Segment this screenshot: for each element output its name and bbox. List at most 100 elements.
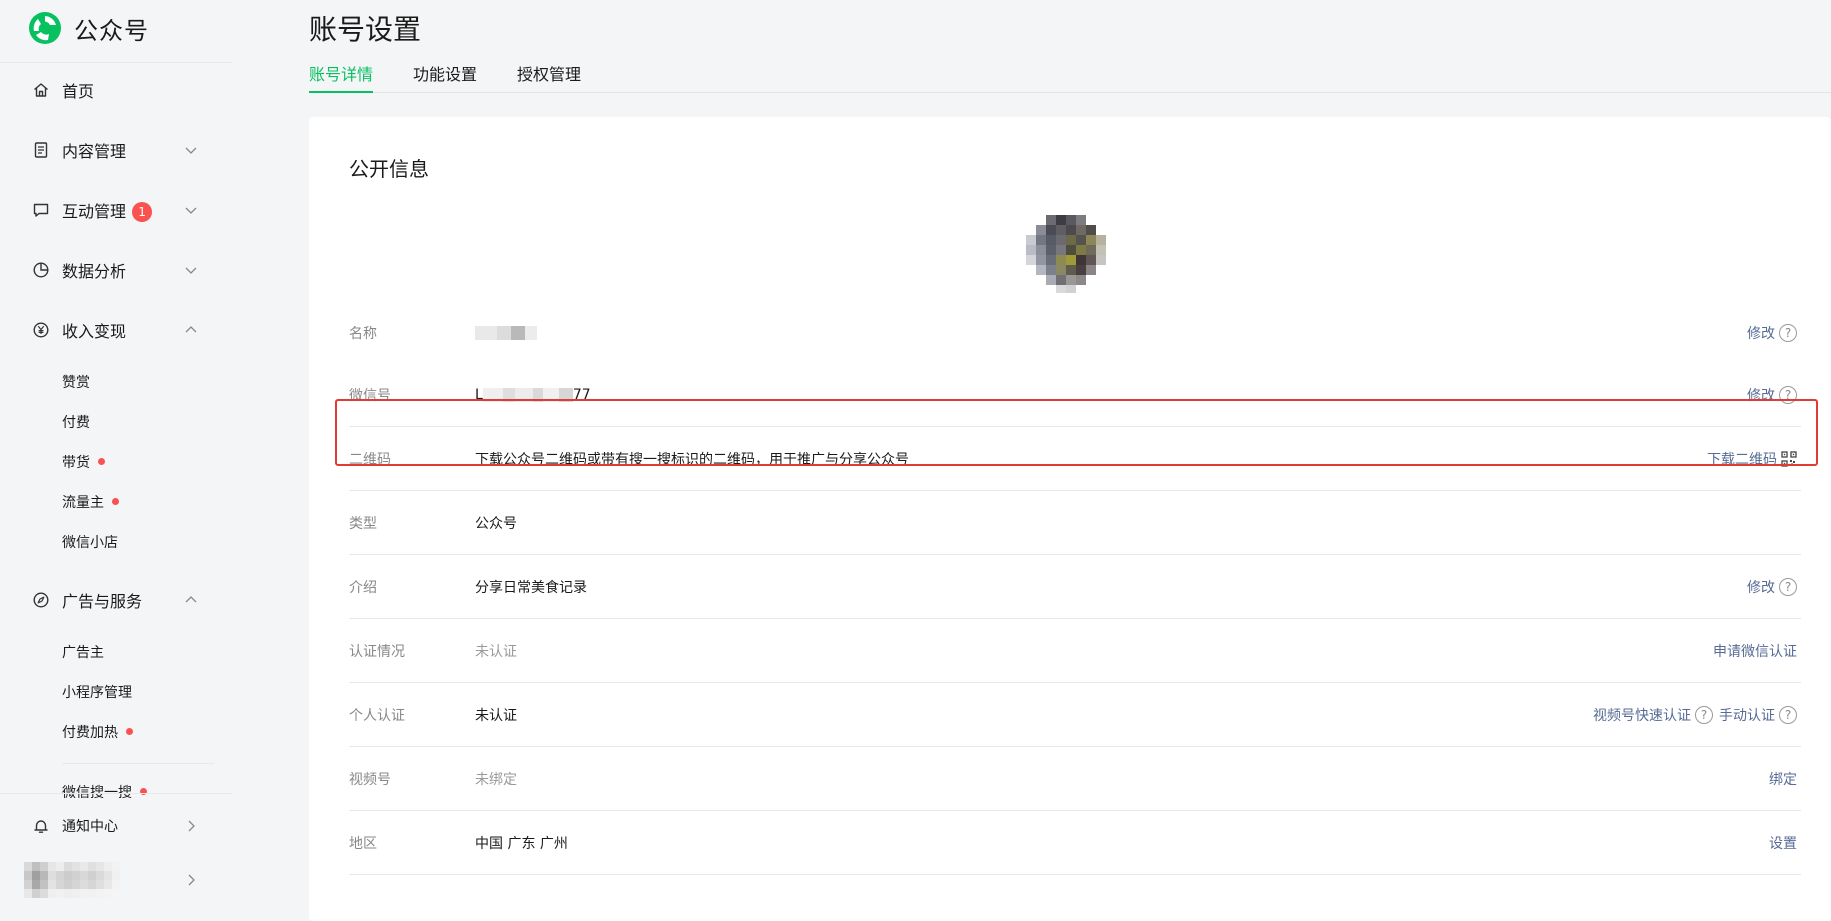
chevron-up-icon <box>184 323 198 337</box>
sidebar-item-monetization[interactable]: 收入变现 <box>0 310 232 350</box>
help-icon[interactable]: ? <box>1779 577 1797 596</box>
download-qrcode-link[interactable]: 下载二维码 <box>1707 449 1777 469</box>
row-actions: 修改 ? <box>1747 385 1797 405</box>
tab-authorization[interactable]: 授权管理 <box>517 62 581 93</box>
sidebar-item-analytics[interactable]: 数据分析 <box>0 250 232 290</box>
edit-name-link[interactable]: 修改 <box>1747 323 1775 343</box>
bell-icon <box>32 817 50 835</box>
red-dot-indicator <box>126 727 133 735</box>
info-row-channels: 视频号 未绑定 绑定 <box>349 747 1801 811</box>
chevron-down-icon <box>184 143 198 157</box>
sidebar-item-interaction[interactable]: 互动管理 1 <box>0 190 232 230</box>
chevron-down-icon <box>184 263 198 277</box>
sidebar-item-home[interactable]: 首页 <box>0 70 232 110</box>
redacted-block <box>514 387 533 402</box>
info-row-qrcode: 二维码 下载公众号二维码或带有搜一搜标识的二维码，用于推广与分享公众号 下载二维… <box>349 427 1801 491</box>
personal-verification-status: 未认证 <box>475 707 517 724</box>
sidebar-item-content[interactable]: 内容管理 <box>0 130 232 170</box>
tab-bar: 账号详情 功能设置 授权管理 <box>309 62 1831 93</box>
brand-name: 公众号 <box>74 16 149 45</box>
chevron-right-icon <box>184 819 198 833</box>
brand[interactable]: 公众号 <box>28 10 149 46</box>
row-actions: 修改 ? <box>1747 577 1797 597</box>
sidebar-subitem-paid[interactable]: 付费 <box>62 408 90 438</box>
redacted-block <box>475 326 497 340</box>
bind-channels-link[interactable]: 绑定 <box>1769 769 1797 789</box>
sidebar-subitem-miniprogram[interactable]: 小程序管理 <box>62 678 132 708</box>
chevron-up-icon <box>184 593 198 607</box>
row-label: 二维码 <box>349 451 391 468</box>
row-label: 视频号 <box>349 771 391 788</box>
chevron-down-icon <box>184 203 198 217</box>
divider <box>0 793 232 794</box>
info-row-region: 地区 中国 广东 广州 设置 <box>349 811 1801 875</box>
wechat-id-value: L 77 <box>475 387 591 403</box>
sidebar-subitem-traffic-owner[interactable]: 流量主 <box>62 488 119 518</box>
sidebar-item-label: 数据分析 <box>62 262 127 281</box>
sidebar-subitem-search[interactable]: 微信搜一搜 <box>62 782 147 798</box>
account-type-value: 公众号 <box>475 515 517 532</box>
sidebar-subitem-shop[interactable]: 微信小店 <box>62 528 118 558</box>
row-label: 地区 <box>349 835 377 852</box>
info-row-wechat-id: 微信号 L 77 修改 ? <box>349 363 1801 427</box>
sidebar-subitem-paid-boost[interactable]: 付费加热 <box>62 718 133 748</box>
sidebar-subitem-advertiser[interactable]: 广告主 <box>62 638 104 668</box>
row-label: 微信号 <box>349 387 391 404</box>
channels-quick-verify-link[interactable]: 视频号快速认证 <box>1593 705 1691 725</box>
red-dot-indicator <box>98 457 105 465</box>
info-row-verification: 认证情况 未认证 申请微信认证 <box>349 619 1801 683</box>
profile-avatar[interactable] <box>1018 215 1118 303</box>
yuan-icon <box>32 321 50 339</box>
sidebar-item-notifications[interactable]: 通知中心 <box>0 806 232 846</box>
row-label: 介绍 <box>349 579 377 596</box>
sidebar-item-ads-services[interactable]: 广告与服务 <box>0 580 232 620</box>
info-row-name: 名称 修改 ? <box>349 303 1801 363</box>
row-actions: 设置 <box>1769 833 1797 853</box>
redacted-block <box>511 326 525 340</box>
apply-verification-link[interactable]: 申请微信认证 <box>1713 641 1797 661</box>
set-region-link[interactable]: 设置 <box>1769 833 1797 853</box>
info-row-intro: 介绍 分享日常美食记录 修改 ? <box>349 555 1801 619</box>
qrcode-icon[interactable] <box>1781 450 1797 467</box>
redacted-block <box>525 326 537 340</box>
manual-verify-link[interactable]: 手动认证 <box>1719 705 1775 725</box>
channels-status: 未绑定 <box>475 771 517 788</box>
tab-feature-settings[interactable]: 功能设置 <box>413 62 477 93</box>
account-name-value <box>475 325 537 341</box>
help-icon[interactable]: ? <box>1779 324 1797 342</box>
sidebar-item-label: 收入变现 <box>62 322 127 341</box>
edit-intro-link[interactable]: 修改 <box>1747 577 1775 597</box>
help-icon[interactable]: ? <box>1779 385 1797 404</box>
sidebar-subitem-sales[interactable]: 带货 <box>62 448 105 478</box>
help-icon[interactable]: ? <box>1695 705 1713 724</box>
info-row-personal-verification: 个人认证 未认证 视频号快速认证 ? 手动认证 ? <box>349 683 1801 747</box>
row-actions: 视频号快速认证 ? 手动认证 ? <box>1593 705 1797 725</box>
redacted-block <box>558 387 573 402</box>
sidebar-subitem-reward[interactable]: 赞赏 <box>62 368 90 398</box>
row-actions: 绑定 <box>1769 769 1797 789</box>
section-title: 公开信息 <box>349 157 429 181</box>
wechat-id-prefix: L <box>475 386 483 403</box>
verification-status: 未认证 <box>475 643 517 660</box>
sidebar-subitem-label: 流量主 <box>62 495 104 511</box>
help-icon[interactable]: ? <box>1779 705 1797 724</box>
sidebar-item-label: 通知中心 <box>62 819 118 835</box>
sidebar-subitem-label: 微信搜一搜 <box>62 785 132 798</box>
page-title: 账号设置 <box>309 13 422 46</box>
info-row-type: 类型 公众号 <box>349 491 1801 555</box>
notification-badge: 1 <box>132 202 153 223</box>
row-label: 认证情况 <box>349 643 405 660</box>
sidebar-subitem-label: 带货 <box>62 455 90 471</box>
chevron-right-icon <box>184 873 198 887</box>
sidebar-item-label: 互动管理 1 <box>62 198 153 223</box>
sidebar: 公众号 首页 内容管理 互动管理 1 数据分析 收入变现 赞赏 付费 带货 流量… <box>0 0 232 921</box>
row-actions: 下载二维码 <box>1707 449 1797 469</box>
edit-wechat-id-link[interactable]: 修改 <box>1747 385 1775 405</box>
divider <box>0 62 232 63</box>
account-avatar[interactable] <box>24 862 120 898</box>
tab-account-details[interactable]: 账号详情 <box>309 62 374 93</box>
red-dot-indicator <box>112 497 119 505</box>
wechat-official-logo-icon <box>29 12 61 44</box>
sidebar-subitem-label: 付费加热 <box>62 725 118 741</box>
region-value: 中国 广东 广州 <box>475 835 568 852</box>
